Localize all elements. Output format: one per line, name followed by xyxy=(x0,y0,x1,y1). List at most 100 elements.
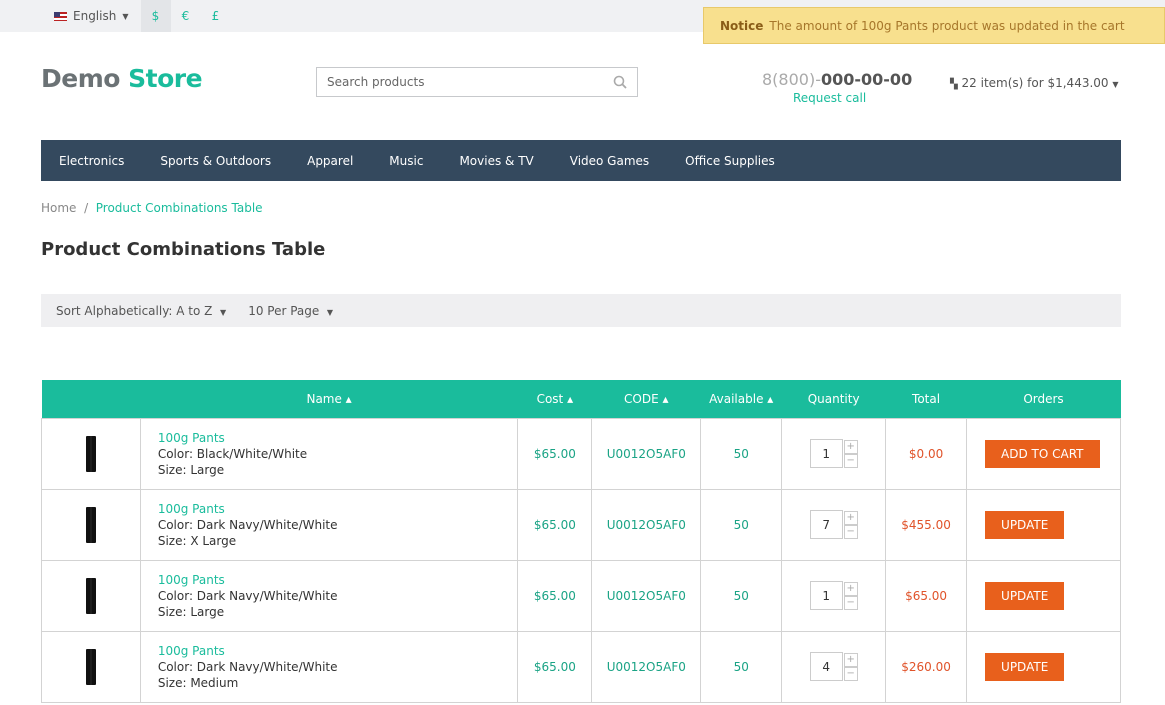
nav-item[interactable]: Apparel xyxy=(307,154,353,168)
minus-icon[interactable]: − xyxy=(843,666,858,681)
cart-summary[interactable]: ▚ 22 item(s) for $1,443.00 ▼ xyxy=(950,76,1119,90)
table-row: 100g Pants Color: Black/White/White Size: … xyxy=(41,417,1121,490)
column-header: Orders xyxy=(966,380,1121,418)
column-header: Quantity xyxy=(781,380,886,418)
available-cell: 50 xyxy=(700,559,783,632)
nav-item[interactable]: Movies & TV xyxy=(459,154,533,168)
notice-label: Notice xyxy=(720,18,764,33)
nav-item[interactable]: Sports & Outdoors xyxy=(160,154,271,168)
column-header[interactable]: Cost ▴ xyxy=(517,380,592,418)
update-button[interactable]: UPDATE xyxy=(985,510,1065,539)
main-nav: Electronics Sports & Outdoors Apparel Music… xyxy=(41,140,1121,181)
product-size: Size: Large xyxy=(157,462,225,477)
search-icon[interactable] xyxy=(613,75,627,89)
cart-icon: ▚ xyxy=(950,79,958,90)
nav-item[interactable]: Office Supplies xyxy=(685,154,775,168)
header: Demo Store Search products 8(800)-000-00… xyxy=(0,32,1165,140)
plus-icon[interactable]: + xyxy=(843,652,858,667)
request-call-link[interactable]: Request call xyxy=(793,91,866,105)
image-cell xyxy=(41,488,141,561)
total-cell: $260.00 xyxy=(885,630,968,703)
available-cell: 50 xyxy=(700,488,783,561)
breadcrumb-home[interactable]: Home xyxy=(41,201,76,215)
column-header[interactable]: Available ▴ xyxy=(700,380,782,418)
column-header[interactable]: CODE ▴ xyxy=(591,380,701,418)
notice-message: The amount of 100g Pants product was upd… xyxy=(769,18,1125,33)
cost-cell: $65.00 xyxy=(517,417,593,490)
product-color: Color: Dark Navy/White/White xyxy=(157,659,338,674)
breadcrumb-current[interactable]: Product Combinations Table xyxy=(96,201,263,215)
update-button[interactable]: UPDATE xyxy=(985,581,1065,610)
plus-icon[interactable]: + xyxy=(843,581,858,596)
code-cell: U0012O5AF0 xyxy=(591,559,702,632)
caret-down-icon: ▼ xyxy=(220,307,227,317)
sort-dropdown[interactable]: Sort Alphabetically: A to Z ▼ xyxy=(56,304,226,318)
product-image[interactable] xyxy=(85,435,96,472)
quantity-input[interactable]: 4 xyxy=(809,652,843,681)
quantity-input[interactable]: 1 xyxy=(809,439,843,468)
product-image[interactable] xyxy=(85,577,96,614)
cost-cell: $65.00 xyxy=(517,488,593,561)
plus-icon[interactable]: + xyxy=(843,439,858,454)
product-name-link[interactable]: 100g Pants xyxy=(158,430,518,446)
plus-icon[interactable]: + xyxy=(843,510,858,525)
phone-number: 8(800)-000-00-00 xyxy=(762,70,912,89)
orders-cell: UPDATE xyxy=(966,630,1121,703)
search-placeholder: Search products xyxy=(327,75,425,89)
search-input[interactable]: Search products xyxy=(316,67,638,97)
product-color: Color: Black/White/White xyxy=(157,446,308,461)
logo-part2: Store xyxy=(128,64,203,93)
add-to-cart-button[interactable]: ADD TO CART xyxy=(985,439,1100,468)
name-cell: 100g Pants Color: Dark Navy/White/White Si… xyxy=(139,488,519,561)
caret-down-icon: ▼ xyxy=(122,11,129,21)
phone-prefix: 8(800)- xyxy=(762,70,821,89)
code-cell: U0012O5AF0 xyxy=(591,417,702,490)
orders-cell: ADD TO CART xyxy=(966,417,1121,490)
column-header xyxy=(41,380,141,418)
name-cell: 100g Pants Color: Dark Navy/White/White Si… xyxy=(139,559,519,632)
orders-cell: UPDATE xyxy=(966,488,1121,561)
quantity-cell: 1 + − xyxy=(781,417,887,490)
page-title: Product Combinations Table xyxy=(41,239,326,260)
name-cell: 100g Pants Color: Black/White/White Size: … xyxy=(139,417,519,490)
sort-bar: Sort Alphabetically: A to Z ▼ 10 Per Pag… xyxy=(41,294,1121,327)
minus-icon[interactable]: − xyxy=(843,524,858,539)
table-row: 100g Pants Color: Dark Navy/White/White Si… xyxy=(41,488,1121,561)
nav-item[interactable]: Video Games xyxy=(570,154,649,168)
currency-eur[interactable]: € xyxy=(171,0,201,32)
nav-item[interactable]: Electronics xyxy=(59,154,124,168)
minus-icon[interactable]: − xyxy=(843,453,858,468)
language-selector[interactable]: English ▼ xyxy=(54,9,129,23)
quantity-stepper: 1 + − xyxy=(782,439,885,468)
column-header: Total xyxy=(885,380,967,418)
column-header[interactable]: Name ▴ xyxy=(140,380,518,418)
currency-gbp[interactable]: £ xyxy=(201,0,231,32)
us-flag-icon xyxy=(54,11,67,21)
quantity-input[interactable]: 1 xyxy=(809,581,843,610)
name-cell: 100g Pants Color: Dark Navy/White/White Si… xyxy=(139,630,519,703)
available-cell: 50 xyxy=(700,630,783,703)
minus-icon[interactable]: − xyxy=(843,595,858,610)
quantity-cell: 1 + − xyxy=(781,559,887,632)
language-label: English xyxy=(73,9,117,23)
quantity-stepper: 1 + − xyxy=(782,581,885,610)
orders-cell: UPDATE xyxy=(966,559,1121,632)
product-name-link[interactable]: 100g Pants xyxy=(158,501,518,517)
nav-item[interactable]: Music xyxy=(389,154,423,168)
logo[interactable]: Demo Store xyxy=(41,64,203,93)
quantity-cell: 7 + − xyxy=(781,488,887,561)
update-button[interactable]: UPDATE xyxy=(985,652,1065,681)
product-image[interactable] xyxy=(85,648,96,685)
currency-usd[interactable]: $ xyxy=(140,0,171,32)
product-image[interactable] xyxy=(85,506,96,543)
product-color: Color: Dark Navy/White/White xyxy=(157,588,338,603)
product-color: Color: Dark Navy/White/White xyxy=(157,517,338,532)
product-name-link[interactable]: 100g Pants xyxy=(158,572,518,588)
cost-cell: $65.00 xyxy=(517,559,593,632)
quantity-input[interactable]: 7 xyxy=(809,510,843,539)
logo-part1: Demo xyxy=(41,64,120,93)
product-name-link[interactable]: 100g Pants xyxy=(158,643,518,659)
product-size: Size: Large xyxy=(157,604,225,619)
quantity-cell: 4 + − xyxy=(781,630,887,703)
per-page-dropdown[interactable]: 10 Per Page ▼ xyxy=(248,304,333,318)
